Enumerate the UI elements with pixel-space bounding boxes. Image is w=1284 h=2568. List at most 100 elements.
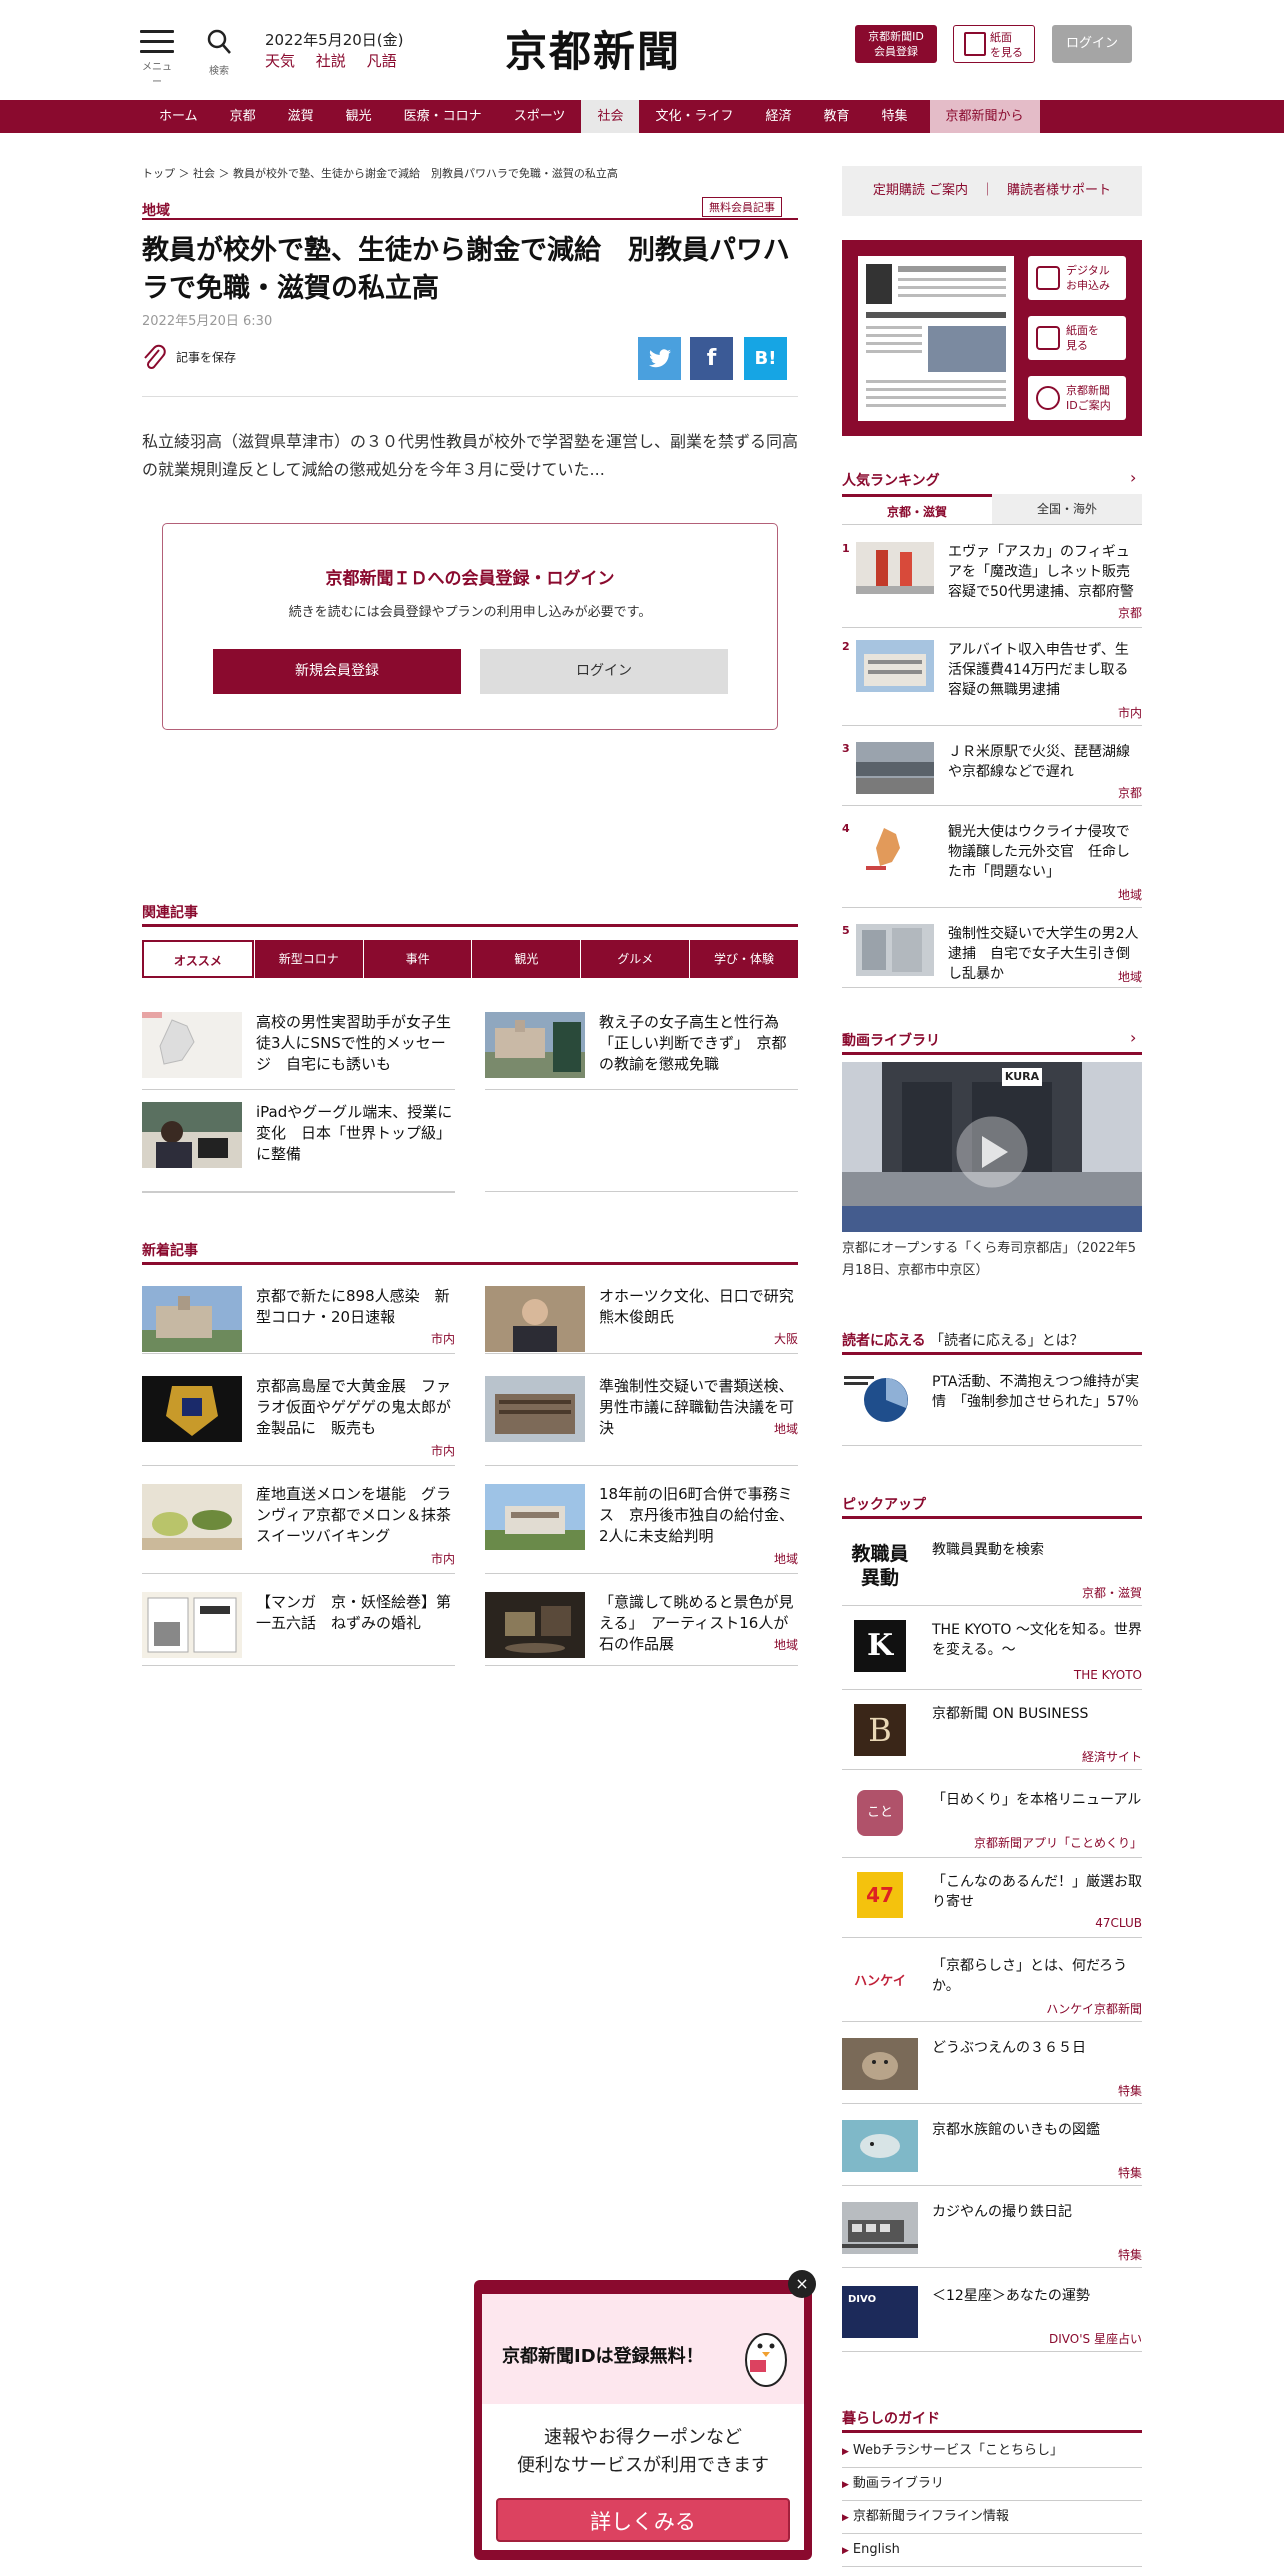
ranking-number: 5 xyxy=(842,924,850,937)
reader-answer-item[interactable]: PTA活動、不満抱えつつ維持が実情 「強制参加させられた」57％ xyxy=(842,1372,1142,1446)
latest-item[interactable]: 産地直送メロンを堪能 グランヴィア京都でメロン＆抹茶スイーツバイキング 市内 xyxy=(142,1484,455,1574)
hankei-logo: ハンケイ xyxy=(854,1974,906,1989)
answer-rule xyxy=(842,1352,1142,1355)
header-login-button[interactable]: ログイン xyxy=(1052,25,1132,63)
breadcrumb[interactable]: トップ ＞ 社会 ＞ 教員が校外で塾、生徒から謝金で減給 別教員パワハラで免職・… xyxy=(142,165,618,181)
id-register-button[interactable]: 京都新聞ID 会員登録 xyxy=(855,25,937,63)
digital-subscribe-button[interactable]: デジタル お申込み xyxy=(1028,256,1126,300)
related-tabs: オススメ 新型コロナ 事件 観光 グルメ 学び・体験 xyxy=(142,940,798,978)
pickup-item[interactable]: B 京都新聞 ON BUSINESS 経済サイト xyxy=(842,1704,1142,1770)
nav-education[interactable]: 教育 xyxy=(807,100,865,133)
twitter-share-button[interactable] xyxy=(638,337,681,380)
related-item[interactable]: 高校の男性実習助手が女子生徒3人にSNSで性的メッセージ 自宅にも誘いも xyxy=(142,1012,455,1090)
paper-view-button[interactable]: 紙面 を見る xyxy=(953,25,1035,63)
bongo-link[interactable]: 凡語 xyxy=(367,52,397,70)
article-thumbnail xyxy=(856,542,934,594)
guide-item[interactable]: ▶ English xyxy=(842,2534,1142,2567)
nav-sports[interactable]: スポーツ xyxy=(498,100,582,133)
nav-tourism[interactable]: 観光 xyxy=(330,100,388,133)
latest-item[interactable]: 18年前の旧6町合併で事務ミス 京丹後市独自の給付金、2人に未支給判明 地域 xyxy=(485,1484,798,1574)
latest-item[interactable]: オホーツク文化、日口で研究 熊木俊朗氏 大阪 xyxy=(485,1286,809,1354)
tab-corona[interactable]: 新型コロナ xyxy=(253,940,363,978)
nav-medical-corona[interactable]: 医療・コロナ xyxy=(388,100,498,133)
video-caption[interactable]: 京都にオープンする「くら寿司京都店」（2022年5月18日、京都市中京区） xyxy=(842,1238,1142,1282)
latest-item[interactable]: 京都高島屋で大黄金展 ファラオ仮面やゲゲゲの鬼太郎が金製品に 販売も 市内 xyxy=(142,1376,455,1466)
editorial-link[interactable]: 社説 xyxy=(316,52,346,70)
pickup-item[interactable]: 47 「こんなのあるんだ！」厳選お取り寄せ 47CLUB xyxy=(842,1872,1142,1938)
close-icon[interactable]: × xyxy=(788,2270,816,2298)
register-button[interactable]: 新規会員登録 xyxy=(213,649,461,694)
chevron-right-icon[interactable]: › xyxy=(1130,468,1136,487)
guide-item[interactable]: ▶ 京都新聞ライフライン情報 xyxy=(842,2501,1142,2534)
nav-home[interactable]: ホーム xyxy=(143,100,214,133)
save-article-label: 記事を保存 xyxy=(176,350,237,365)
tab-recommended[interactable]: オススメ xyxy=(142,940,254,978)
paywall-login-box: 京都新聞ＩＤへの会員登録・ログイン 続きを読むには会員登録やプランの利用申し込み… xyxy=(162,523,778,730)
hatena-bookmark-button[interactable]: B! xyxy=(744,337,787,380)
related-rule xyxy=(142,924,798,927)
article-category[interactable]: 地域 xyxy=(142,200,170,220)
latest-item[interactable]: 「意識して眺めると景色が見える」 アーティスト16人が石の作品展 地域 xyxy=(485,1592,798,1666)
latest-item-title: 京都高島屋で大黄金展 ファラオ仮面やゲゲゲの鬼太郎が金製品に 販売も xyxy=(256,1377,452,1437)
id-info-button[interactable]: 京都新聞 IDご案内 xyxy=(1028,376,1126,420)
ranking-tab-kyoto-shiga[interactable]: 京都・滋賀 xyxy=(842,494,992,524)
ranking-tab-national[interactable]: 全国・海外 xyxy=(992,494,1142,524)
subscription-links[interactable]: 定期購読 ご案内 ｜ 購読者様サポート xyxy=(842,166,1142,216)
nav-kyoto[interactable]: 京都 xyxy=(214,100,272,133)
video-player[interactable]: KURA xyxy=(842,1062,1142,1232)
pickup-item[interactable]: DIVO ＜12星座＞あなたの運勢 DIVO'S 星座占い xyxy=(842,2286,1142,2352)
chevron-right-icon[interactable]: › xyxy=(1130,1028,1136,1047)
latest-item[interactable]: 準強制性交疑いで書類送検、男性市議に辞職勧告決議を可決 地域 xyxy=(485,1376,798,1466)
latest-item[interactable]: 【マンガ 京・妖怪絵巻】第一五六話 ねずみの婚礼 xyxy=(142,1592,455,1666)
ranking-item[interactable]: 3 ＪＲ米原駅で火災、琵琶湖線や京都線などで遅れ 京都 xyxy=(842,742,1142,806)
pickup-item[interactable]: 教職員 異動 教職員異動を検索 京都・滋賀 xyxy=(842,1540,1142,1606)
nav-from-kyoto-np[interactable]: 京都新聞から xyxy=(929,100,1040,133)
tab-tourism[interactable]: 観光 xyxy=(471,940,581,978)
guide-item[interactable]: ▶ 動画ライブラリ xyxy=(842,2468,1142,2501)
search-button[interactable]: 検索 xyxy=(204,28,234,77)
nav-shiga[interactable]: 滋賀 xyxy=(272,100,330,133)
pickup-item[interactable]: カジやんの撮り鉄日記 特集 xyxy=(842,2202,1142,2268)
popup-details-button[interactable]: 詳しくみる xyxy=(496,2498,790,2542)
reader-answer-header[interactable]: 読者に応える 「読者に応える」とは？ xyxy=(842,1330,1084,1350)
nav-culture-life[interactable]: 文化・ライフ xyxy=(639,100,749,133)
pickup-item[interactable]: K THE KYOTO ～文化を知る。世界を変える。～ THE KYOTO xyxy=(842,1620,1142,1690)
newspaper-front-page[interactable] xyxy=(858,256,1014,421)
facebook-share-button[interactable]: f xyxy=(690,337,733,380)
related-item[interactable]: iPadやグーグル端末、授業に変化 日本「世界トップ級」に整備 xyxy=(142,1102,455,1192)
pickup-item[interactable]: ハンケイ 「京都らしさ」とは、何だろうか。 ハンケイ京都新聞 xyxy=(842,1956,1142,2022)
47club-logo: 47 xyxy=(857,1872,903,1918)
ranking-item[interactable]: 5 強制性交疑いで大学生の男2人逮捕 自宅で女子大生引き倒し乱暴か 地域 xyxy=(842,924,1142,988)
nav-society[interactable]: 社会 xyxy=(581,100,640,133)
ranking-item[interactable]: 1 エヴァ「アスカ」のフィギュアを「魔改造」しネット販売 容疑で50代男逮捕、京… xyxy=(842,542,1144,628)
ranking-item[interactable]: 2 アルバイト収入申告せず、生活保護費414万円だまし取る 容疑の無職男逮捕 市… xyxy=(842,640,1142,726)
article-thumbnail xyxy=(485,1012,585,1078)
related-item[interactable]: 教え子の女子高生と性行為「正しい判断できず」 京都の教諭を懲戒免職 xyxy=(485,1012,798,1090)
ranking-item[interactable]: 4 観光大使はウクライナ侵攻で物議醸した元外交官 任命した市「問題ない」 地域 xyxy=(842,822,1142,908)
menu-button[interactable]: メニュー xyxy=(140,30,174,88)
tab-learning[interactable]: 学び・体験 xyxy=(689,940,798,978)
paper-promo: デジタル お申込み 紙面を 見る 京都新聞 IDご案内 xyxy=(842,240,1142,436)
ranking-item-tag: 地域 xyxy=(1117,888,1142,902)
nav-features[interactable]: 特集 xyxy=(866,100,924,133)
nav-economy[interactable]: 経済 xyxy=(749,100,807,133)
pickup-item[interactable]: どうぶつえんの３６５日 特集 xyxy=(842,2038,1142,2104)
pickup-item[interactable]: 京都水族館のいきもの図鑑 特集 xyxy=(842,2120,1142,2186)
paywall-login-button[interactable]: ログイン xyxy=(480,649,728,694)
tab-incident[interactable]: 事件 xyxy=(362,940,472,978)
id-info-line2: IDご案内 xyxy=(1066,399,1111,412)
tab-gourmet[interactable]: グルメ xyxy=(580,940,690,978)
latest-item[interactable]: 京都で新たに898人感染 新型コロナ・20日速報 市内 xyxy=(142,1286,455,1354)
guide-item-label: 動画ライブラリ xyxy=(852,2476,944,2491)
guide-item[interactable]: ▶ Webチラシサービス「ことちらし」 xyxy=(842,2435,1142,2468)
article-thumbnail xyxy=(142,1286,242,1352)
newspaper-icon xyxy=(964,32,986,56)
pickup-item[interactable]: こと 「日めくり」を本格リニューアル 京都新聞アプリ「ことめくり」 xyxy=(842,1790,1142,1858)
article-thumbnail xyxy=(485,1484,585,1550)
video-library-title[interactable]: 動画ライブラリ xyxy=(842,1030,940,1050)
weather-link[interactable]: 天気 xyxy=(265,52,295,70)
site-logo[interactable]: 京都新聞 xyxy=(505,18,681,79)
ranking-title[interactable]: 人気ランキング xyxy=(842,470,940,490)
save-article-button[interactable]: 記事を保存 xyxy=(142,344,236,372)
view-paper-button[interactable]: 紙面を 見る xyxy=(1028,316,1126,360)
